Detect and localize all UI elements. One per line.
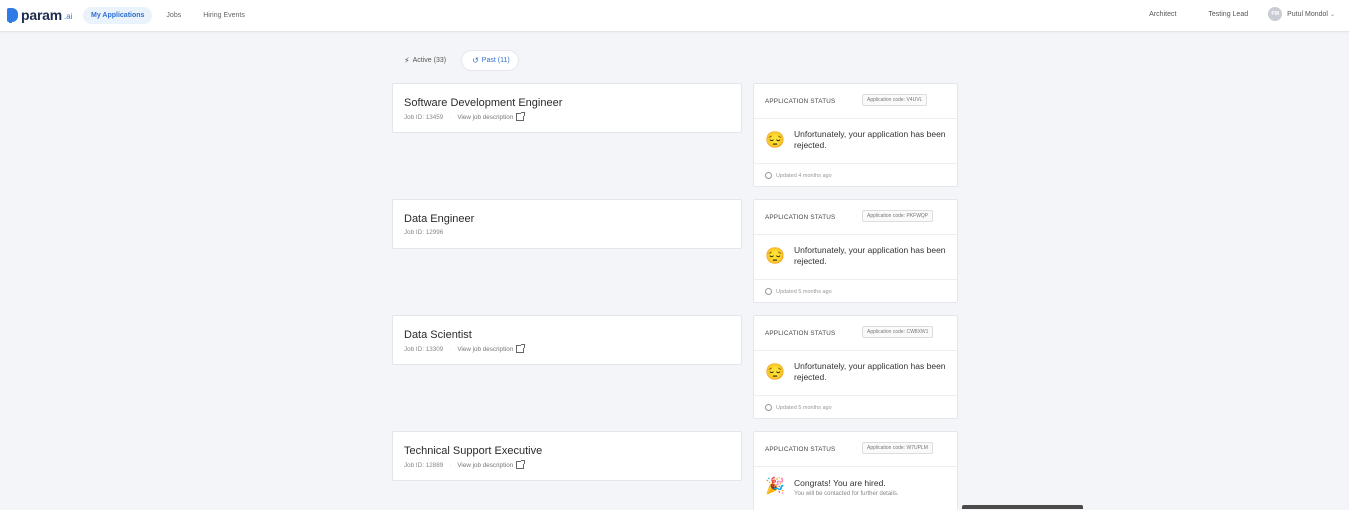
status-message: Unfortunately, your application has been… bbox=[794, 361, 946, 382]
application-status-card: APPLICATION STATUS Application code: V4U… bbox=[753, 83, 958, 187]
divider bbox=[754, 163, 957, 164]
external-link-icon bbox=[516, 460, 526, 469]
view-job-description-link[interactable]: View job description bbox=[457, 112, 526, 121]
application-status-card: APPLICATION STATUS Application code: W7U… bbox=[753, 431, 958, 510]
divider bbox=[754, 234, 957, 235]
job-card: Data Engineer Job ID: 12996 bbox=[392, 199, 742, 249]
sad-face-icon: 😔 bbox=[765, 132, 785, 149]
job-meta: Job ID: 13309 · View job description bbox=[404, 344, 526, 353]
application-code-badge: Application code: W7UPLM bbox=[862, 442, 933, 454]
job-title: Data Scientist bbox=[404, 329, 472, 341]
job-meta: Job ID: 12996 bbox=[404, 229, 443, 236]
external-link-icon bbox=[516, 112, 526, 121]
status-submessage: You will be contacted for further detail… bbox=[794, 491, 899, 497]
tab-past[interactable]: ↺ Past (11) bbox=[462, 51, 518, 70]
application-code-badge: Application code: CW8XW1 bbox=[862, 326, 934, 338]
floating-toolbar bbox=[962, 505, 1083, 509]
divider bbox=[754, 279, 957, 280]
main-nav: My Applications Jobs Hiring Events bbox=[83, 7, 259, 24]
tab-active-label: Active (33) bbox=[412, 57, 447, 64]
status-heading: APPLICATION STATUS bbox=[765, 330, 836, 337]
tab-active[interactable]: ⚡︎ Active (33) bbox=[400, 51, 454, 70]
separator-dot: · bbox=[449, 113, 452, 121]
divider bbox=[754, 466, 957, 467]
job-id: Job ID: 12996 bbox=[404, 229, 444, 236]
status-message: Unfortunately, your application has been… bbox=[794, 129, 946, 150]
nav-my-applications[interactable]: My Applications bbox=[83, 7, 153, 24]
sad-face-icon: 😔 bbox=[765, 364, 785, 381]
sad-face-icon: 😔 bbox=[765, 248, 785, 265]
updated-label: Updated 5 months ago bbox=[776, 404, 832, 411]
param-logo[interactable]: param .ai bbox=[7, 6, 72, 24]
avatar: PM bbox=[1268, 7, 1283, 21]
updated-timestamp: Updated 5 months ago bbox=[765, 288, 832, 295]
job-id: Job ID: 13309 bbox=[404, 345, 444, 353]
view-job-description-link[interactable]: View job description bbox=[457, 460, 526, 469]
updated-label: Updated 4 months ago bbox=[776, 172, 832, 179]
status-heading: APPLICATION STATUS bbox=[765, 214, 836, 221]
nav-testing-lead[interactable]: Testing Lead bbox=[1208, 11, 1248, 18]
job-title: Data Engineer bbox=[404, 213, 475, 225]
view-job-description-label: View job description bbox=[457, 345, 514, 353]
bolt-icon: ⚡︎ bbox=[404, 56, 410, 65]
job-card: Data Scientist Job ID: 13309 · View job … bbox=[392, 315, 742, 365]
nav-jobs[interactable]: Jobs bbox=[158, 7, 189, 24]
history-icon: ↺ bbox=[472, 56, 479, 65]
view-job-description-link[interactable]: View job description bbox=[457, 344, 526, 353]
application-status-card: APPLICATION STATUS Application code: CW8… bbox=[753, 315, 958, 419]
status-message: Unfortunately, your application has been… bbox=[794, 245, 946, 266]
job-meta: Job ID: 13459 · View job description bbox=[404, 112, 526, 121]
chevron-down-icon: ⌄ bbox=[1329, 11, 1335, 18]
nav-architect[interactable]: Architect bbox=[1149, 11, 1176, 18]
nav-hiring-events[interactable]: Hiring Events bbox=[195, 7, 253, 24]
job-meta: Job ID: 12889 · View job description bbox=[404, 460, 526, 469]
view-job-description-label: View job description bbox=[457, 113, 514, 121]
job-card: Software Development Engineer Job ID: 13… bbox=[392, 83, 742, 133]
job-card: Technical Support Executive Job ID: 1288… bbox=[392, 431, 742, 481]
clock-icon bbox=[765, 288, 772, 295]
status-heading: APPLICATION STATUS bbox=[765, 446, 836, 453]
clock-icon bbox=[765, 172, 772, 179]
status-message: Congrats! You are hired. bbox=[794, 478, 886, 488]
separator-dot: · bbox=[449, 461, 452, 469]
external-link-icon bbox=[516, 344, 526, 353]
application-tabs: ⚡︎ Active (33) ↺ Past (11) bbox=[400, 51, 526, 70]
divider bbox=[754, 350, 957, 351]
divider bbox=[754, 118, 957, 119]
updated-timestamp: Updated 5 months ago bbox=[765, 404, 832, 411]
divider bbox=[754, 395, 957, 396]
user-menu[interactable]: PM Putul Mondol ⌄ bbox=[1268, 7, 1335, 21]
application-code-badge: Application code: V4UVL bbox=[862, 94, 928, 106]
user-name: Putul Mondol bbox=[1287, 10, 1328, 18]
party-popper-icon: 🎉 bbox=[765, 478, 785, 495]
logo-text: param bbox=[21, 7, 63, 23]
application-code-badge: Application code: PKFWQP bbox=[862, 210, 934, 222]
job-id: Job ID: 12889 bbox=[404, 461, 444, 469]
job-title: Software Development Engineer bbox=[404, 97, 563, 109]
updated-label: Updated 5 months ago bbox=[776, 288, 832, 295]
top-navigation-bar: param .ai My Applications Jobs Hiring Ev… bbox=[0, 0, 1349, 32]
job-id: Job ID: 13459 bbox=[404, 113, 444, 121]
tab-past-label: Past (11) bbox=[481, 57, 510, 64]
separator-dot: · bbox=[449, 345, 452, 353]
job-title: Technical Support Executive bbox=[404, 445, 543, 457]
updated-timestamp: Updated 4 months ago bbox=[765, 172, 832, 179]
view-job-description-label: View job description bbox=[457, 461, 514, 469]
status-heading: APPLICATION STATUS bbox=[765, 98, 836, 105]
application-status-card: APPLICATION STATUS Application code: PKF… bbox=[753, 199, 958, 303]
param-logo-icon bbox=[7, 8, 18, 23]
right-nav: Architect Testing Lead PM Putul Mondol ⌄ bbox=[1117, 7, 1335, 21]
clock-icon bbox=[765, 404, 772, 411]
logo-suffix: .ai bbox=[64, 11, 73, 21]
